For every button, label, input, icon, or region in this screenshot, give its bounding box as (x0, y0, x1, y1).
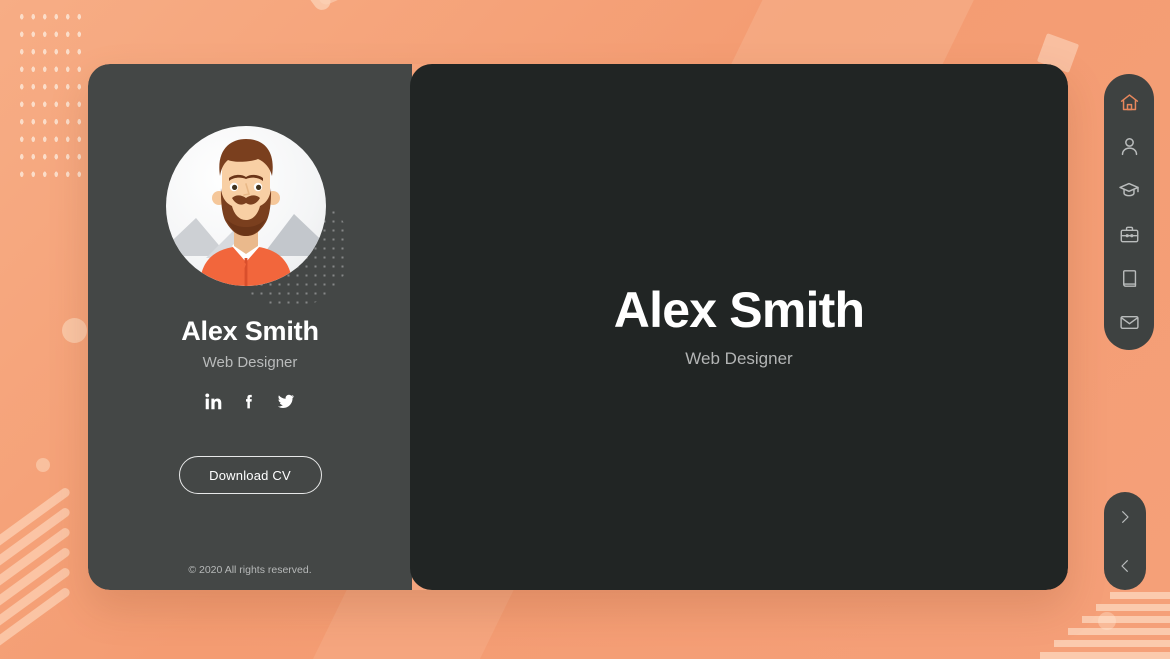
download-cv-button[interactable]: Download CV (178, 456, 322, 494)
decor-dot-grid (14, 6, 86, 182)
decor-blob-top-2 (316, 0, 352, 7)
social-link-facebook[interactable] (242, 393, 257, 410)
person-icon (1121, 137, 1137, 155)
social-link-linkedin[interactable] (205, 393, 222, 410)
decor-circle-2 (36, 458, 50, 472)
next-chevron-icon (1122, 510, 1129, 523)
profile-card: Alex Smith Web Designer Download CV © 20… (88, 64, 1068, 590)
social-link-twitter[interactable] (277, 393, 295, 410)
hero-name: Alex Smith (613, 282, 865, 338)
nav-item-contact[interactable] (1114, 307, 1144, 337)
decor-horizontal-stripes-bottom-right (1038, 587, 1170, 659)
linkedin-icon (205, 393, 222, 410)
copyright-text: © 2020 All rights reserved. (188, 564, 312, 576)
nav-item-about[interactable] (1114, 131, 1144, 161)
twitter-icon (277, 394, 295, 408)
nav-item-portfolio[interactable] (1114, 263, 1144, 293)
pager-prev-button[interactable] (1112, 553, 1138, 579)
decor-circle-1 (62, 318, 87, 343)
pager-controls (1104, 492, 1146, 590)
nav-item-home[interactable] (1114, 87, 1144, 117)
envelope-icon (1119, 315, 1139, 329)
facebook-icon (246, 394, 252, 409)
prev-chevron-icon (1121, 559, 1128, 572)
hero-role: Web Designer (685, 349, 793, 368)
profile-sidebar: Alex Smith Web Designer Download CV © 20… (88, 64, 412, 590)
nav-item-education[interactable] (1114, 175, 1144, 205)
decor-circle-3 (1098, 612, 1116, 630)
decor-blob-top-1 (294, 0, 334, 14)
avatar-illustration (166, 139, 326, 286)
home-icon (1120, 93, 1138, 110)
pager-next-button[interactable] (1112, 504, 1138, 530)
profile-name: Alex Smith (181, 316, 319, 346)
avatar (166, 126, 326, 286)
page-root: Alex Smith Web Designer Download CV © 20… (0, 0, 1170, 659)
avatar-container (166, 126, 350, 308)
side-navigation (1104, 74, 1154, 350)
briefcase-icon (1120, 226, 1138, 242)
profile-role: Web Designer (202, 354, 298, 371)
nav-item-work[interactable] (1114, 219, 1144, 249)
social-links (205, 393, 295, 410)
hero-panel: Alex Smith Web Designer (410, 64, 1068, 590)
graduation-cap-icon (1119, 182, 1139, 197)
book-icon (1122, 269, 1136, 287)
